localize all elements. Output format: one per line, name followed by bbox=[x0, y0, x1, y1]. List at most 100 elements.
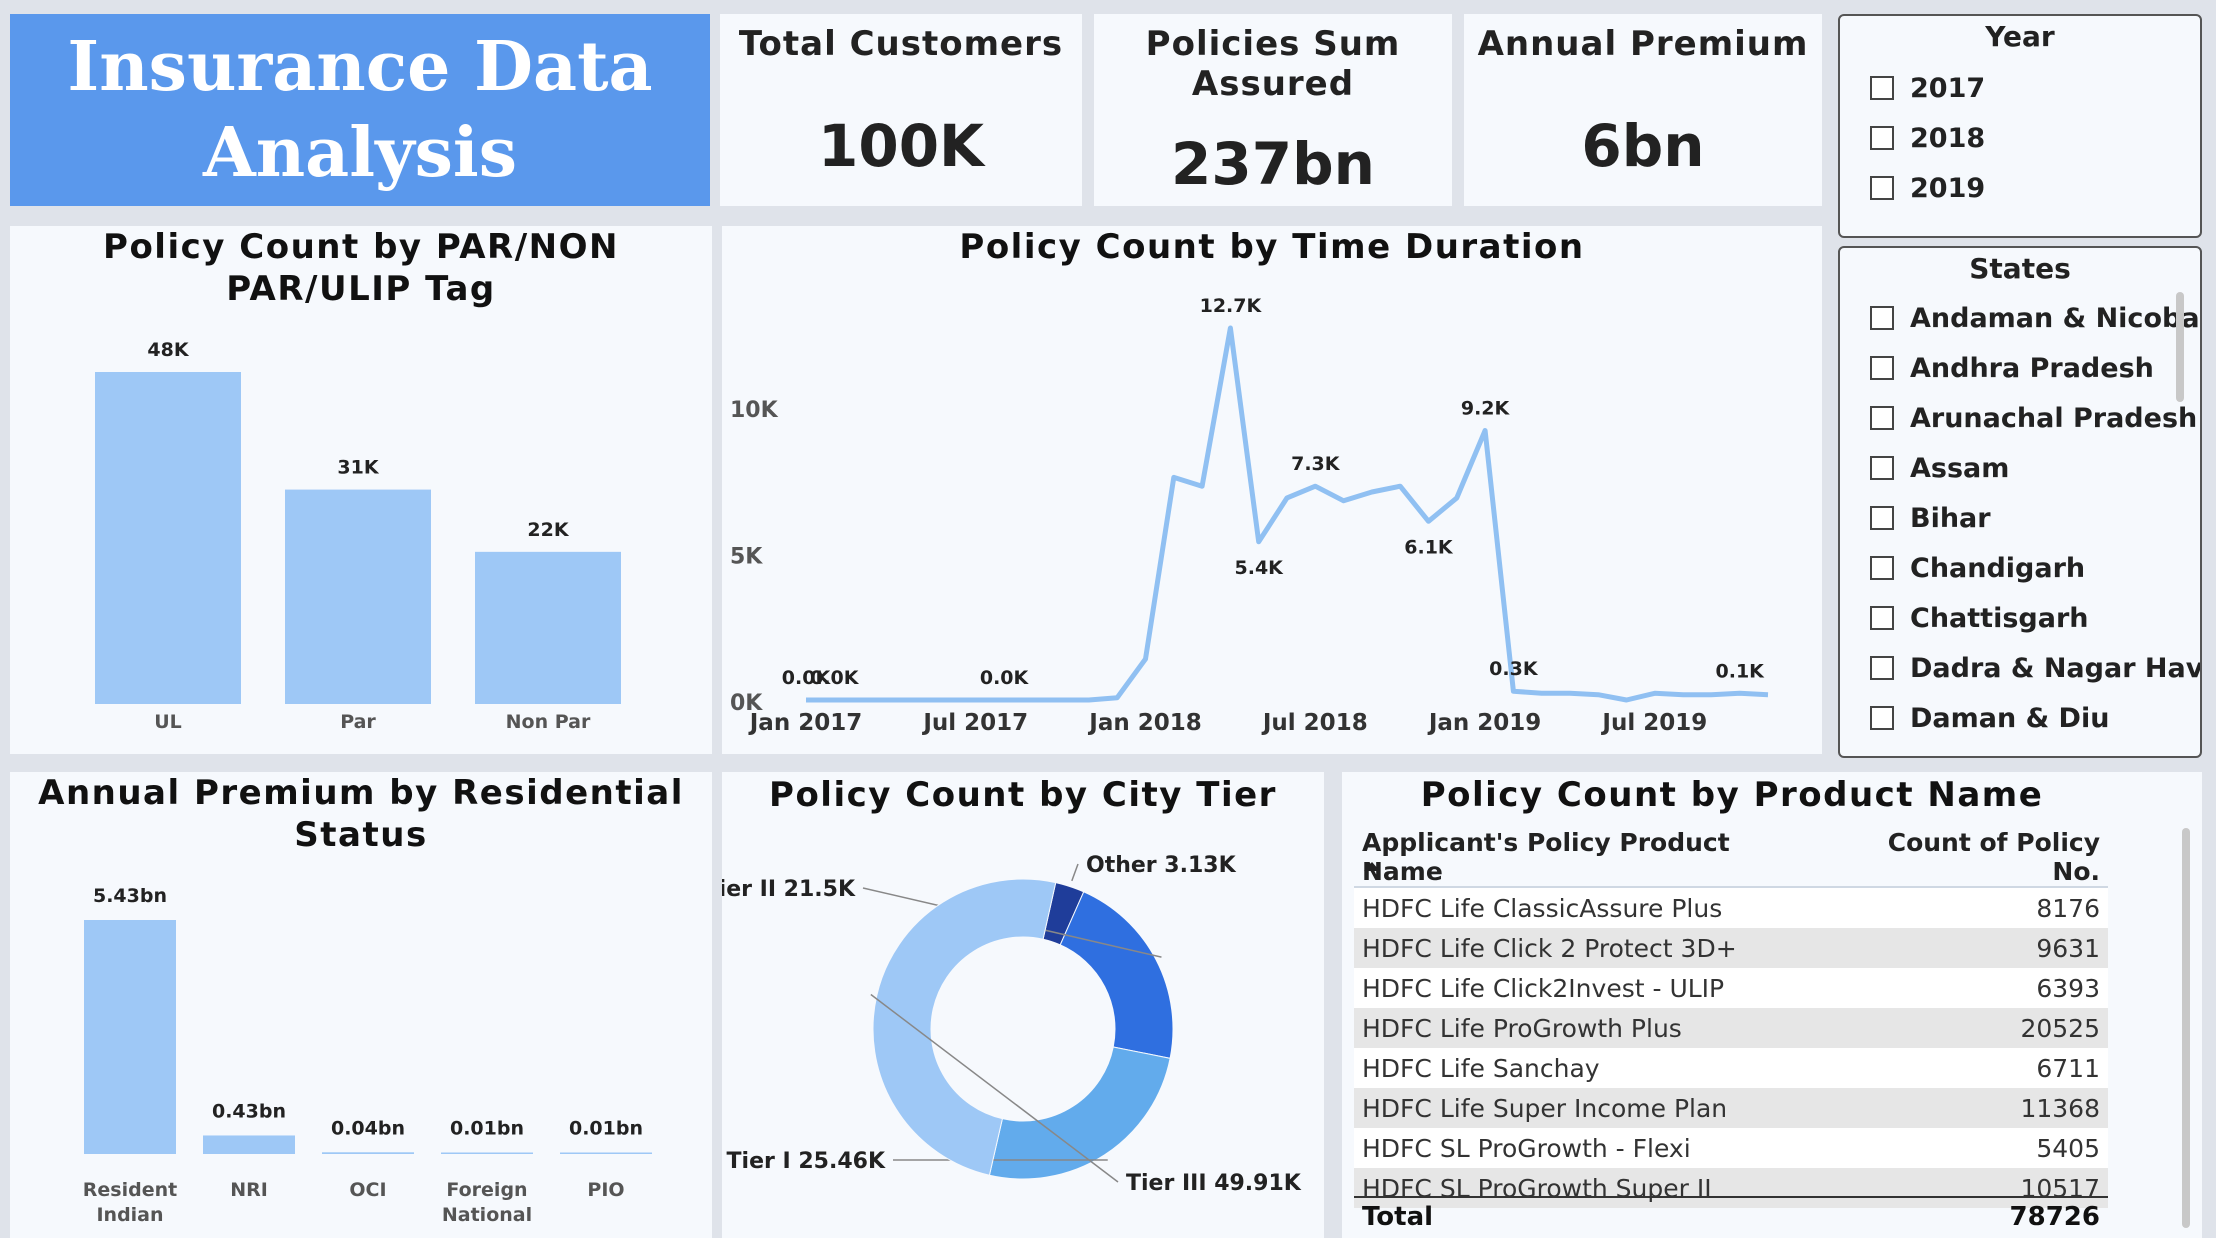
bar[interactable] bbox=[84, 920, 176, 1154]
x-tick-label: OCI bbox=[349, 1179, 386, 1201]
product-table-title: Policy Count by Product Name bbox=[1420, 775, 2044, 815]
time-duration-chart[interactable]: 0K5K10K0.0K0.0K 0.0K12.7K5.4K7.3K6.1K9.2K… bbox=[722, 226, 1822, 754]
kpi-label-line-2: Assured bbox=[1191, 64, 1355, 104]
table-row[interactable]: HDFC Life ClassicAssure Plus 8176 bbox=[1354, 887, 2108, 928]
state-option-label: Assam bbox=[1910, 452, 2010, 484]
line-data-label: 9.2K bbox=[1461, 398, 1511, 420]
checkbox[interactable] bbox=[1870, 606, 1894, 630]
checkbox[interactable] bbox=[1870, 656, 1894, 680]
x-tick-label: National bbox=[442, 1204, 532, 1226]
product-name-cell: HDFC Life Super Income Plan bbox=[1354, 1088, 1827, 1128]
checkbox[interactable] bbox=[1870, 706, 1894, 730]
bar[interactable] bbox=[203, 1135, 295, 1154]
state-option-label: Daman & Diu bbox=[1910, 702, 2110, 734]
policy-count-cell: 8176 bbox=[1826, 887, 2108, 928]
state-option[interactable]: Bihar bbox=[1870, 498, 1991, 538]
bar[interactable] bbox=[441, 1152, 533, 1155]
state-option[interactable]: Daman & Diu bbox=[1870, 698, 2109, 738]
policy-count-cell: 6711 bbox=[1826, 1048, 2108, 1088]
line-data-label: 0.0K bbox=[810, 667, 860, 689]
time-duration-panel: Policy Count by Time Duration 0K 5K 10K 0.0… bbox=[722, 226, 1822, 754]
kpi-value: 237bn bbox=[1171, 130, 1375, 198]
kpi-value: 100K bbox=[817, 112, 984, 180]
states-slicer[interactable]: States Andaman & Nicoba... Andhra Prades… bbox=[1838, 246, 2202, 758]
year-option-2017[interactable]: 2017 bbox=[1870, 68, 1985, 108]
state-option-label: Andhra Pradesh bbox=[1910, 352, 2154, 384]
bar-data-label: 0.01bn bbox=[569, 1118, 643, 1140]
table-row[interactable]: HDFC Life Sanchay 6711 bbox=[1354, 1048, 2108, 1088]
kpi-card-policies-sum-assured[interactable]: Policies Sum Assured 237bn bbox=[1094, 14, 1452, 206]
slice-data-label: Tier II 21.5K bbox=[722, 877, 856, 902]
sort-ascending-icon[interactable] bbox=[1364, 862, 1380, 871]
state-option[interactable]: Assam bbox=[1870, 448, 2009, 488]
state-option-label: Arunachal Pradesh bbox=[1910, 402, 2198, 434]
checkbox[interactable] bbox=[1870, 406, 1894, 430]
line-data-label: 0.1K bbox=[1716, 660, 1766, 682]
bar-data-label: 0.04bn bbox=[331, 1117, 405, 1139]
table-row[interactable]: HDFC Life ProGrowth Plus 20525 bbox=[1354, 1008, 2108, 1048]
bar-data-label: 22K bbox=[527, 519, 569, 541]
year-option-2018[interactable]: 2018 bbox=[1870, 118, 1985, 158]
checkbox[interactable] bbox=[1870, 126, 1894, 150]
kpi-label: Total Customers bbox=[738, 24, 1064, 64]
column-header-count[interactable]: Count of Policy No. bbox=[1826, 828, 2108, 887]
bar[interactable] bbox=[285, 489, 431, 704]
state-option[interactable]: Chattisgarh bbox=[1870, 598, 2088, 638]
x-tick-label: Jan 2019 bbox=[1427, 710, 1541, 736]
table-row[interactable]: HDFC Life Super Income Plan 11368 bbox=[1354, 1088, 2108, 1128]
series-line[interactable] bbox=[806, 325, 1769, 703]
x-tick-label: UL bbox=[154, 711, 182, 733]
product-name-cell: HDFC Life ClassicAssure Plus bbox=[1354, 887, 1827, 928]
donut-slice[interactable] bbox=[988, 1046, 1171, 1180]
table-row[interactable]: HDFC SL ProGrowth - Flexi 5405 bbox=[1354, 1128, 2108, 1168]
year-option-label: 2019 bbox=[1910, 172, 1986, 204]
states-scrollbar[interactable] bbox=[2176, 292, 2184, 402]
state-option[interactable]: Arunachal Pradesh bbox=[1870, 398, 2197, 438]
bar[interactable] bbox=[475, 551, 621, 704]
year-option-label: 2017 bbox=[1910, 72, 1986, 104]
state-option[interactable]: Andaman & Nicoba... bbox=[1870, 298, 2200, 338]
checkbox[interactable] bbox=[1870, 356, 1894, 380]
leader-line[interactable] bbox=[1071, 863, 1079, 882]
bar[interactable] bbox=[95, 372, 241, 704]
total-label: Total bbox=[1362, 1202, 1434, 1232]
checkbox[interactable] bbox=[1870, 306, 1894, 330]
year-slicer-title: Year bbox=[1985, 20, 2055, 53]
year-option-2019[interactable]: 2019 bbox=[1870, 168, 1985, 208]
state-option-label: Dadra & Nagar Hav... bbox=[1910, 652, 2202, 684]
bar[interactable] bbox=[560, 1152, 652, 1155]
kpi-card-total-customers[interactable]: Total Customers 100K bbox=[720, 14, 1082, 206]
table-scrollbar[interactable] bbox=[2182, 828, 2190, 1228]
checkbox[interactable] bbox=[1870, 556, 1894, 580]
state-option-label: Bihar bbox=[1910, 502, 1991, 534]
donut-slice[interactable] bbox=[1059, 891, 1174, 1059]
checkbox[interactable] bbox=[1870, 176, 1894, 200]
kpi-label-line-1: Policies Sum bbox=[1145, 24, 1401, 64]
table-row[interactable]: HDFC Life Click 2 Protect 3D+ 9631 bbox=[1354, 928, 2108, 968]
checkbox[interactable] bbox=[1870, 506, 1894, 530]
line-data-label: 12.7K bbox=[1200, 295, 1263, 317]
x-tick-label: Jul 2018 bbox=[1261, 710, 1368, 736]
table-row[interactable]: HDFC Life Click2Invest - ULIP 6393 bbox=[1354, 968, 2108, 1008]
year-slicer[interactable]: Year 2017 2018 2019 bbox=[1838, 14, 2202, 238]
state-option[interactable]: Andhra Pradesh bbox=[1870, 348, 2154, 388]
bar-data-label: 48K bbox=[147, 339, 189, 361]
checkbox[interactable] bbox=[1870, 76, 1894, 100]
kpi-label: Policies Sum Assured bbox=[1094, 24, 1452, 104]
title-line-2: Analysis bbox=[202, 113, 517, 193]
city-tier-chart[interactable]: Other 3.13K Tier II 21.5K Tier I 25.46K Tie… bbox=[722, 772, 1324, 1238]
state-option[interactable]: Dadra & Nagar Hav... bbox=[1870, 648, 2202, 688]
product-name-cell: HDFC SL ProGrowth - Flexi bbox=[1354, 1128, 1827, 1168]
slice-data-label: Tier III 49.91K bbox=[1126, 1171, 1302, 1196]
policy-count-cell: 5405 bbox=[1826, 1128, 2108, 1168]
residential-status-chart[interactable]: 5.43bn Resident Indian 0.43bn NRI 0.04bn OCI 0.… bbox=[10, 772, 712, 1238]
line-data-label: 0.0K bbox=[980, 667, 1030, 689]
bar[interactable] bbox=[322, 1152, 414, 1154]
column-header-product[interactable]: Applicant's Policy Product Name bbox=[1354, 828, 1826, 887]
par-tag-chart[interactable]: 48K UL 31K Par 22K Non Par bbox=[10, 226, 712, 754]
residential-status-panel: Annual Premium by Residential Status 5.43… bbox=[10, 772, 712, 1238]
checkbox[interactable] bbox=[1870, 456, 1894, 480]
line-data-label: 6.1K bbox=[1404, 536, 1454, 558]
kpi-card-annual-premium[interactable]: Annual Premium 6bn bbox=[1464, 14, 1822, 206]
state-option[interactable]: Chandigarh bbox=[1870, 548, 2085, 588]
